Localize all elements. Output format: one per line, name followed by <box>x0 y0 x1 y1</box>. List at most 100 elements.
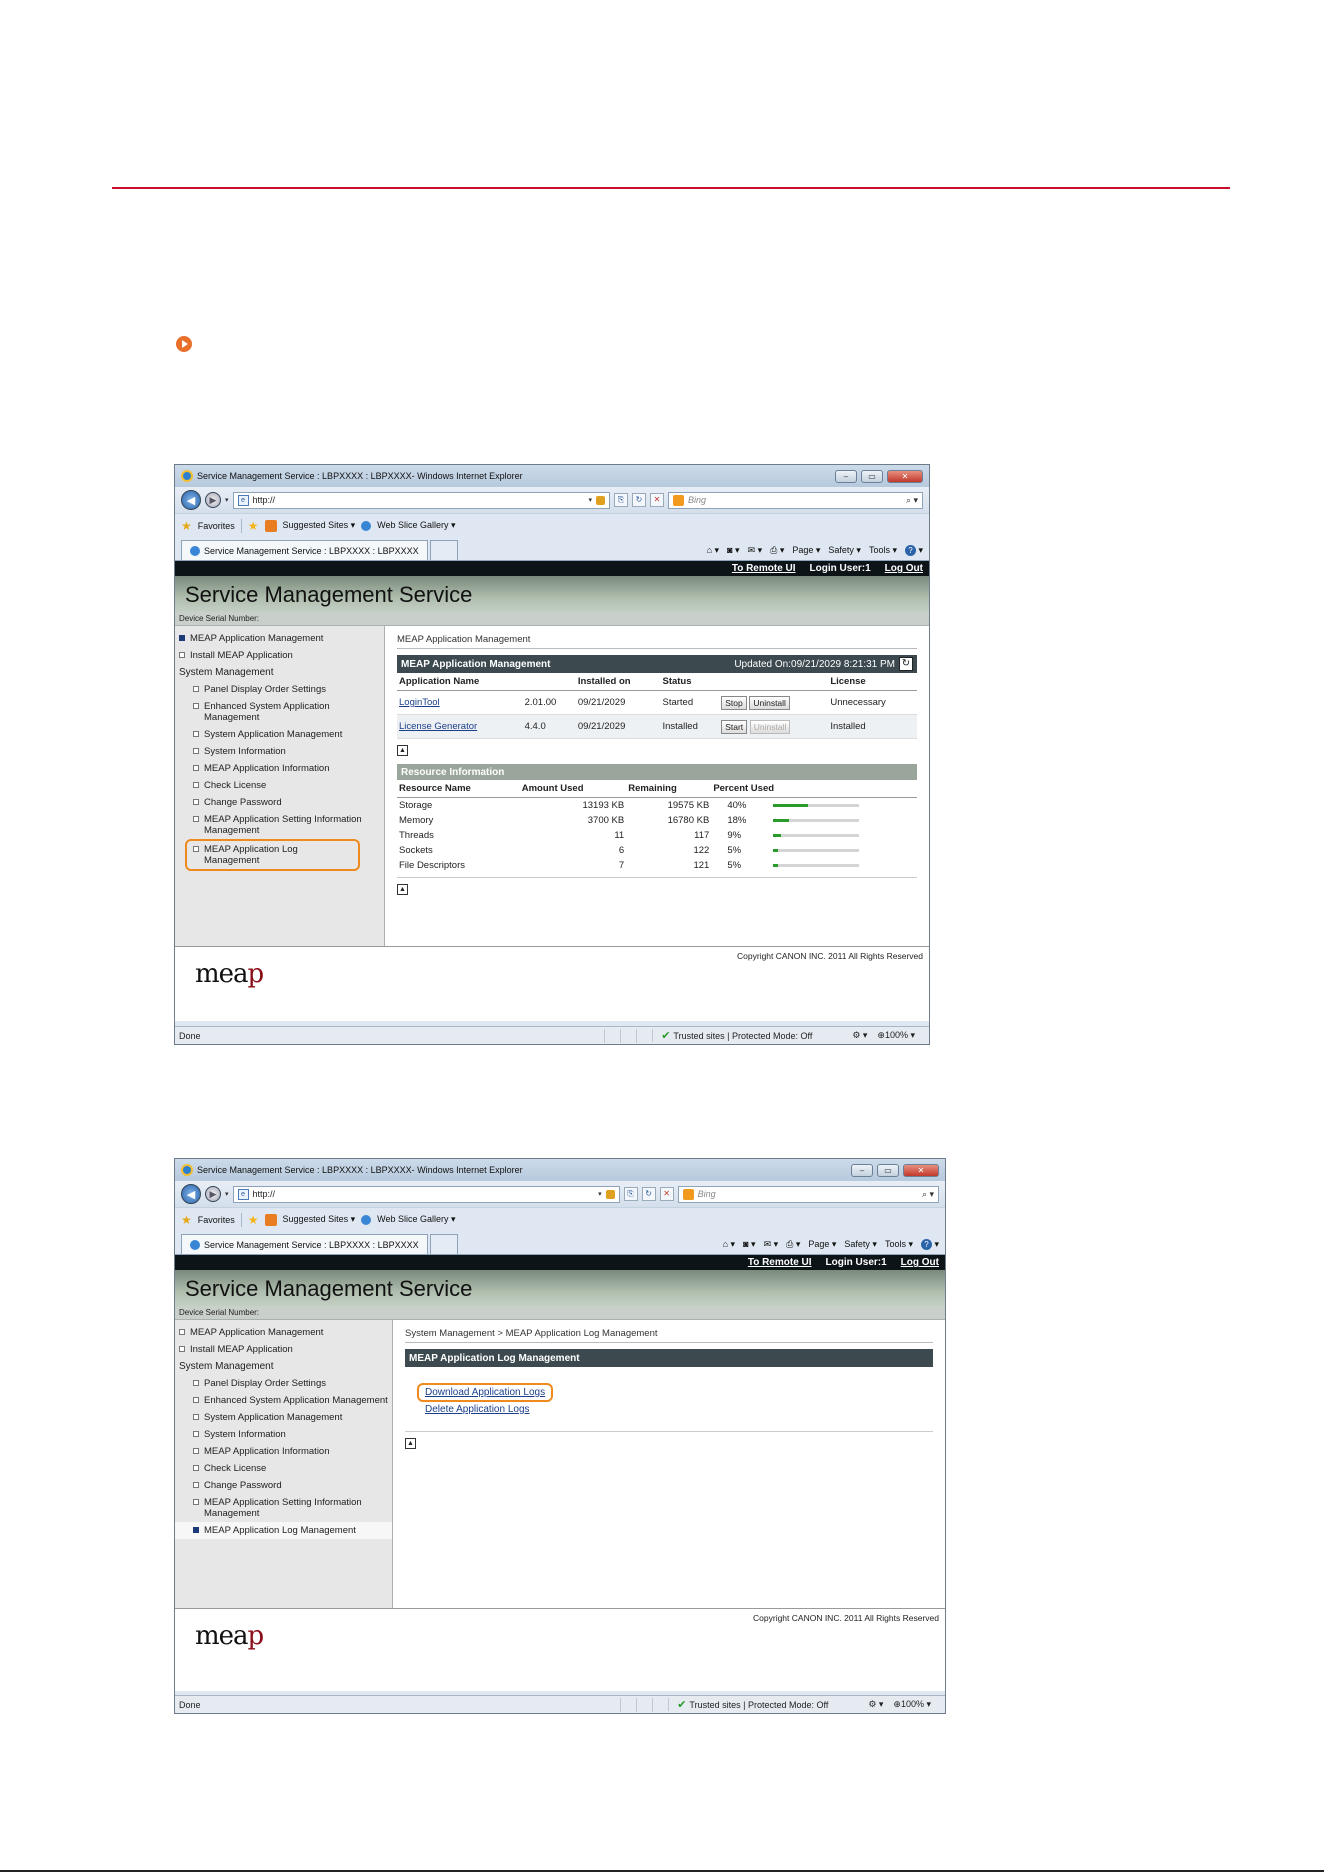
sidebar-item-setting-info[interactable]: MEAP Application Setting Information Man… <box>175 1494 392 1522</box>
print-icon[interactable]: ⎙ ▾ <box>770 545 784 556</box>
web-slice-gallery-button[interactable]: Web Slice Gallery ▾ <box>377 520 455 531</box>
sidebar-item-enhanced-system[interactable]: Enhanced System Application Management <box>175 1392 392 1409</box>
app-name-link[interactable]: License Generator <box>399 721 477 732</box>
favorites-star-icon[interactable]: ★ <box>181 1213 192 1227</box>
print-icon[interactable]: ⎙ ▾ <box>786 1239 800 1250</box>
sidebar-item-meap-app-management[interactable]: MEAP Application Management <box>175 630 384 647</box>
sidebar-item-system-info[interactable]: System Information <box>175 743 384 760</box>
home-icon[interactable]: ⌂ ▾ <box>723 1239 735 1250</box>
suggested-sites-button[interactable]: Suggested Sites ▾ <box>283 520 356 531</box>
back-icon[interactable]: ◀ <box>181 490 201 510</box>
browser-tab[interactable]: Service Management Service : LBPXXXX : L… <box>181 540 428 560</box>
sidebar-item-check-license[interactable]: Check License <box>175 777 384 794</box>
search-icon[interactable]: ⌕ ▾ <box>906 495 918 506</box>
to-remote-ui-link[interactable]: To Remote UI <box>732 563 796 574</box>
feeds-icon[interactable]: ◙ ▾ <box>727 545 739 556</box>
download-logs-link[interactable]: Download Application Logs <box>425 1387 545 1398</box>
back-icon[interactable]: ◀ <box>181 1184 201 1204</box>
add-favorite-icon[interactable]: ★ <box>248 1213 259 1227</box>
sidebar-item-install-meap[interactable]: Install MEAP Application <box>175 647 384 664</box>
sidebar-item-log-management[interactable]: MEAP Application Log Management <box>185 839 360 871</box>
minimize-icon[interactable]: – <box>851 1163 873 1177</box>
mail-icon[interactable]: ✉ ▾ <box>764 1239 779 1250</box>
help-icon[interactable]: ? ▾ <box>920 1239 939 1250</box>
log-out-link[interactable]: Log Out <box>901 1257 939 1268</box>
zoom-level[interactable]: ⊕100% ▾ <box>893 1699 931 1710</box>
popup-icon[interactable]: ⚙ ▾ <box>852 1030 867 1041</box>
help-icon[interactable]: ? ▾ <box>904 545 923 556</box>
stop-icon[interactable]: ✕ <box>650 493 664 507</box>
address-dropdown-icon[interactable]: ▾ <box>598 1190 602 1198</box>
history-dropdown-icon[interactable]: ▾ <box>225 496 229 504</box>
sidebar-item-panel-display[interactable]: Panel Display Order Settings <box>175 1375 392 1392</box>
refresh-icon[interactable]: ↻ <box>632 493 646 507</box>
search-field[interactable]: Bing ⌕ ▾ <box>668 491 923 509</box>
sidebar-item-meap-app-management[interactable]: MEAP Application Management <box>175 1324 392 1341</box>
sidebar-item-log-management[interactable]: MEAP Application Log Management <box>175 1522 392 1539</box>
compat-view-icon[interactable]: ⎘ <box>614 493 628 507</box>
delete-logs-link[interactable]: Delete Application Logs <box>425 1404 530 1415</box>
sidebar-item-change-password[interactable]: Change Password <box>175 794 384 811</box>
page-menu[interactable]: Page ▾ <box>808 1239 836 1250</box>
sidebar-item-install-meap[interactable]: Install MEAP Application <box>175 1341 392 1358</box>
sidebar-item-enhanced-system[interactable]: Enhanced System Application Management <box>175 698 384 726</box>
new-tab-button[interactable] <box>429 540 458 560</box>
security-zone[interactable]: ✔ Trusted sites | Protected Mode: Off <box>668 1698 868 1711</box>
address-field[interactable]: e http:// ▾ <box>232 1185 620 1203</box>
start-button[interactable]: Start <box>721 719 748 734</box>
compat-view-icon[interactable]: ⎘ <box>623 1187 638 1201</box>
sidebar-item-meap-app-info[interactable]: MEAP Application Information <box>175 760 384 777</box>
minimize-icon[interactable]: – <box>835 469 857 483</box>
history-dropdown-icon[interactable]: ▾ <box>225 1190 229 1198</box>
forward-icon[interactable]: ▶ <box>205 1186 221 1202</box>
browser-tab[interactable]: Service Management Service : LBPXXXX : L… <box>181 1234 428 1254</box>
close-icon[interactable]: ✕ <box>887 469 923 483</box>
safety-menu[interactable]: Safety ▾ <box>828 545 861 556</box>
log-out-link[interactable]: Log Out <box>885 563 923 574</box>
reference-arrow-icon[interactable] <box>176 336 192 352</box>
page-top-icon[interactable]: ▲ <box>405 1438 416 1449</box>
sidebar-item-meap-app-info[interactable]: MEAP Application Information <box>175 1443 392 1460</box>
home-icon[interactable]: ⌂ ▾ <box>707 545 719 556</box>
refresh-icon[interactable]: ↻ <box>641 1187 656 1201</box>
search-icon[interactable]: ⌕ ▾ <box>922 1189 934 1200</box>
favorites-star-icon[interactable]: ★ <box>181 519 192 533</box>
page-top-icon[interactable]: ▲ <box>397 884 408 895</box>
favorites-button[interactable]: Favorites <box>198 1215 235 1225</box>
zoom-level[interactable]: ⊕100% ▾ <box>877 1030 915 1041</box>
page-menu[interactable]: Page ▾ <box>792 545 820 556</box>
refresh-icon[interactable]: ↻ <box>899 657 913 671</box>
maximize-icon[interactable]: ▭ <box>861 469 883 483</box>
address-field[interactable]: e http:// ▾ <box>232 491 610 509</box>
forward-icon[interactable]: ▶ <box>205 492 221 508</box>
sidebar-item-setting-info[interactable]: MEAP Application Setting Information Man… <box>175 811 384 839</box>
add-favorite-icon[interactable]: ★ <box>248 519 259 533</box>
page-top-icon[interactable]: ▲ <box>397 745 408 756</box>
app-name-link[interactable]: LoginTool <box>399 697 440 708</box>
sidebar-item-system-info[interactable]: System Information <box>175 1426 392 1443</box>
address-dropdown-icon[interactable]: ▾ <box>588 496 592 504</box>
safety-menu[interactable]: Safety ▾ <box>844 1239 877 1250</box>
sidebar-item-system-app[interactable]: System Application Management <box>175 726 384 743</box>
lock-icon[interactable] <box>596 495 605 505</box>
uninstall-button[interactable]: Uninstall <box>749 695 790 710</box>
stop-button[interactable]: Stop <box>721 695 747 710</box>
feeds-icon[interactable]: ◙ ▾ <box>743 1239 755 1250</box>
search-field[interactable]: Bing ⌕ ▾ <box>677 1185 939 1203</box>
lock-icon[interactable] <box>605 1189 615 1199</box>
sidebar-item-panel-display[interactable]: Panel Display Order Settings <box>175 681 384 698</box>
suggested-sites-button[interactable]: Suggested Sites ▾ <box>283 1214 356 1225</box>
favorites-button[interactable]: Favorites <box>198 521 235 531</box>
tools-menu[interactable]: Tools ▾ <box>869 545 897 556</box>
new-tab-button[interactable] <box>429 1234 458 1254</box>
web-slice-gallery-button[interactable]: Web Slice Gallery ▾ <box>377 1214 455 1225</box>
sidebar-item-change-password[interactable]: Change Password <box>175 1477 392 1494</box>
popup-icon[interactable]: ⚙ ▾ <box>868 1699 883 1710</box>
maximize-icon[interactable]: ▭ <box>877 1163 899 1177</box>
stop-icon[interactable]: ✕ <box>659 1187 674 1201</box>
sidebar-item-system-app[interactable]: System Application Management <box>175 1409 392 1426</box>
close-icon[interactable]: ✕ <box>903 1163 939 1177</box>
sidebar-item-check-license[interactable]: Check License <box>175 1460 392 1477</box>
tools-menu[interactable]: Tools ▾ <box>885 1239 913 1250</box>
to-remote-ui-link[interactable]: To Remote UI <box>748 1257 812 1268</box>
